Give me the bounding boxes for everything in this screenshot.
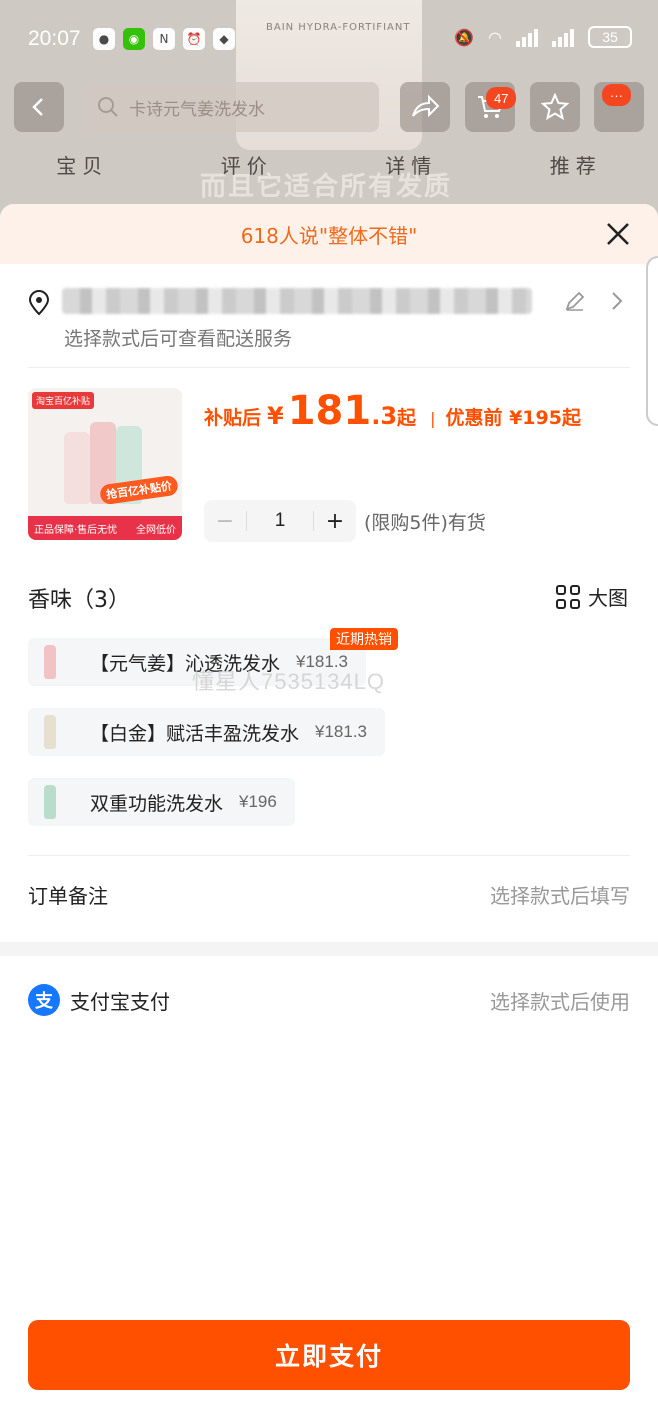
variant-thumbnail	[28, 778, 72, 826]
close-icon[interactable]	[604, 220, 632, 248]
payment-hint: 选择款式后使用	[490, 989, 630, 1014]
order-note-row[interactable]: 订单备注 选择款式后填写	[28, 880, 630, 909]
variant-option[interactable]: 【白金】赋活丰盈洗发水 ¥181.3	[28, 708, 386, 756]
share-icon	[412, 94, 440, 118]
section-gap	[0, 942, 658, 956]
variant-option[interactable]: 双重功能洗发水 ¥196	[28, 778, 295, 826]
edit-pencil-icon[interactable]	[564, 290, 586, 312]
status-bar: 20:07 ● ◉ N ⏰ ◆ 🔕 ◠ 35	[0, 0, 658, 80]
product-tabs: 宝贝 评价 详情 推荐	[0, 150, 658, 200]
signal-icon	[516, 27, 538, 47]
wechat-icon: ◉	[123, 28, 145, 50]
price-label: 补贴后	[204, 407, 262, 429]
product-thumbnail[interactable]: 淘宝百亿补贴 抢百亿补贴价 正品保障·售后无忧 全网低价	[28, 388, 182, 540]
thumb-tag: 淘宝百亿补贴	[32, 392, 95, 409]
tab-recommend[interactable]: 推荐	[550, 150, 602, 200]
review-highlight: 618人说"整体不错"	[240, 223, 418, 248]
back-button[interactable]	[14, 82, 64, 132]
order-note-hint: 选择款式后填写	[490, 884, 630, 908]
currency-symbol: ¥	[267, 402, 284, 430]
nfc-icon: N	[153, 28, 175, 50]
tab-details[interactable]: 详情	[385, 150, 437, 200]
variant-name: 【白金】赋活丰盈洗发水	[90, 722, 300, 745]
location-icon: ◆	[213, 28, 235, 50]
address-text-blurred	[62, 288, 532, 314]
qq-icon: ●	[93, 28, 115, 50]
variant-price: ¥196	[239, 792, 277, 811]
status-time: 20:07	[28, 27, 81, 50]
watermark: 懂星人7535134LQ	[192, 669, 385, 694]
price-decimal: .3	[371, 402, 398, 430]
variant-name: 双重功能洗发水	[90, 792, 224, 815]
top-nav: 卡诗元气姜洗发水 47 ···	[0, 80, 658, 136]
cart-count-badge: 47	[486, 87, 517, 109]
mute-icon: 🔕	[454, 27, 475, 47]
more-badge: ···	[602, 84, 631, 106]
payment-method-row[interactable]: 支 支付宝支付 选择款式后使用	[28, 984, 630, 1016]
signal-icon-2	[552, 27, 574, 47]
divider	[28, 855, 630, 856]
wifi-icon: ◠	[488, 27, 502, 47]
decrement-button[interactable]: −	[204, 509, 246, 534]
hot-sale-badge: 近期热销	[330, 628, 398, 650]
search-input[interactable]: 卡诗元气姜洗发水	[85, 82, 379, 132]
favorite-button[interactable]	[530, 82, 580, 132]
search-icon	[98, 97, 118, 117]
variant-thumbnail	[28, 638, 72, 686]
tab-item[interactable]: 宝贝	[56, 150, 108, 200]
share-button[interactable]	[400, 82, 450, 132]
alipay-icon: 支	[28, 984, 60, 1016]
quantity-stepper: − 1 +	[204, 500, 356, 542]
price-row: 补贴后 ¥ 181 .3 起 | 优惠前 ¥195起	[204, 388, 581, 434]
variant-thumbnail	[28, 708, 72, 756]
alarm-icon: ⏰	[183, 28, 205, 50]
tab-reviews[interactable]: 评价	[221, 150, 273, 200]
price-integer: 181	[287, 388, 372, 434]
variant-price: ¥181.3	[315, 722, 368, 741]
big-image-label: 大图	[588, 586, 628, 610]
location-pin-icon	[28, 290, 50, 316]
increment-button[interactable]: +	[314, 509, 356, 534]
chevron-left-icon	[32, 98, 43, 116]
variant-section-title: 香味（3）	[28, 588, 130, 613]
pay-now-button[interactable]: 立即支付	[28, 1320, 630, 1390]
chevron-right-icon	[612, 292, 623, 310]
background-page: BAIN HYDRA-FORTIFIANT 20:07 ● ◉ N ⏰ ◆ 🔕 …	[0, 0, 658, 230]
sku-sheet: 618人说"整体不错" 选择款式后可查看配送服务 淘宝百亿补贴 抢百亿补贴价 正…	[0, 204, 658, 1416]
quantity-value[interactable]: 1	[246, 511, 314, 531]
side-drawer-handle[interactable]	[646, 256, 658, 426]
big-image-toggle[interactable]: 大图	[556, 582, 628, 611]
address-row[interactable]: 选择款式后可查看配送服务	[28, 282, 630, 368]
stock-status: (限购5件)有货	[364, 512, 486, 534]
price-suffix: 起	[397, 407, 417, 429]
payment-label: 支付宝支付	[70, 989, 170, 1014]
address-subtext: 选择款式后可查看配送服务	[64, 328, 293, 350]
thumb-footer: 正品保障·售后无忧 全网低价	[28, 516, 182, 540]
battery-icon: 35	[588, 26, 632, 48]
grid-icon	[556, 584, 580, 609]
original-price: 优惠前 ¥195起	[445, 407, 581, 429]
product-summary: 淘宝百亿补贴 抢百亿补贴价 正品保障·售后无忧 全网低价 补贴后 ¥ 181 .…	[28, 388, 630, 548]
search-placeholder: 卡诗元气姜洗发水	[129, 99, 265, 120]
order-note-label: 订单备注	[28, 884, 108, 908]
star-icon	[541, 93, 569, 121]
sheet-header: 618人说"整体不错"	[0, 204, 658, 264]
